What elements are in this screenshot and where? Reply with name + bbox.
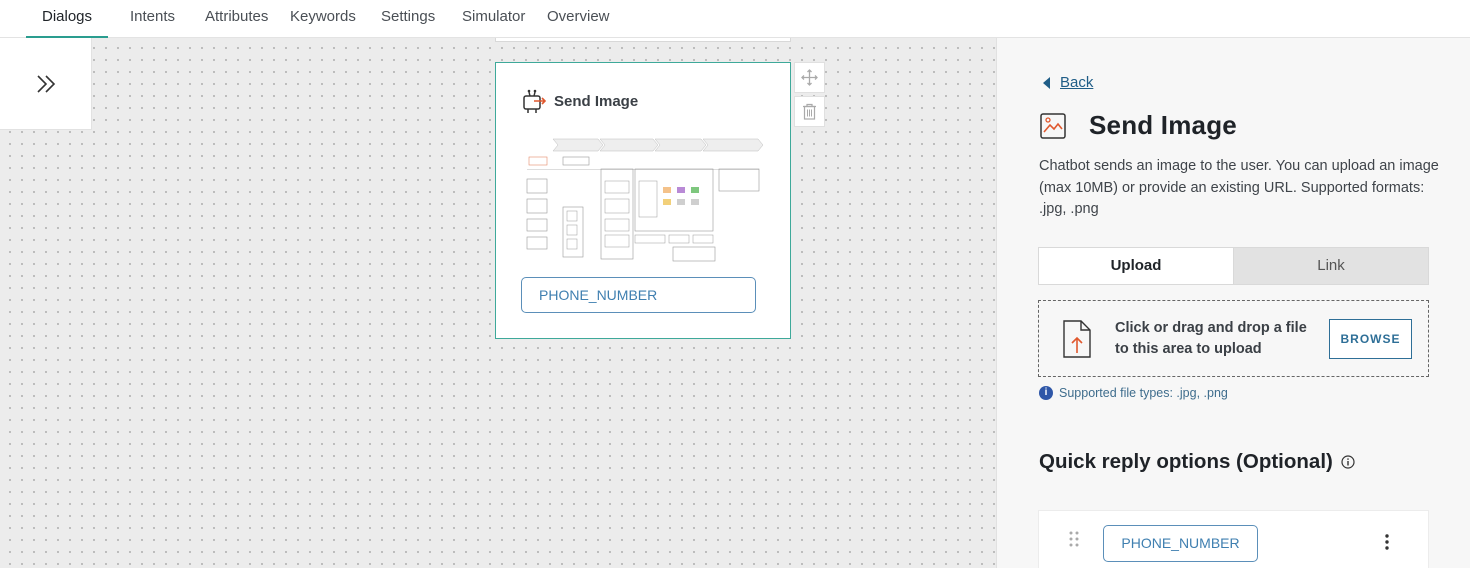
node-header: Send Image xyxy=(520,87,638,115)
back-link[interactable]: Back xyxy=(1043,74,1093,91)
flow-canvas[interactable]: Send Image PHONE_NUMBER xyxy=(0,38,996,568)
send-image-node[interactable]: Send Image PHONE_NUMBER xyxy=(495,62,791,339)
diagram-thumbnail xyxy=(523,135,763,263)
element-settings-panel: Back Send Image Chatbot sends an image t… xyxy=(996,38,1470,568)
quick-reply-heading-text: Quick reply options (Optional) xyxy=(1039,450,1333,473)
delete-node-button[interactable] xyxy=(794,96,825,127)
file-type-hint: i Supported file types: .jpg, .png xyxy=(1039,386,1228,400)
back-link-label: Back xyxy=(1060,74,1094,91)
file-dropzone[interactable]: Click or drag and drop a file to this ar… xyxy=(1038,300,1429,377)
panel-title: Send Image xyxy=(1089,110,1237,140)
upload-tab[interactable]: Upload xyxy=(1039,248,1234,284)
move-icon xyxy=(801,69,818,86)
node-quick-reply-chip[interactable]: PHONE_NUMBER xyxy=(521,277,756,313)
robot-send-icon xyxy=(523,89,547,113)
quick-reply-chip[interactable]: PHONE_NUMBER xyxy=(1103,525,1258,562)
tab-keywords[interactable]: Keywords xyxy=(290,0,356,38)
expand-sidebar-button[interactable] xyxy=(0,38,92,130)
back-arrow-icon xyxy=(1043,76,1050,89)
upload-link-toggle: Upload Link xyxy=(1038,247,1429,285)
tab-overview[interactable]: Overview xyxy=(547,0,610,38)
top-navigation: Dialogs Intents Attributes Keywords Sett… xyxy=(0,0,1470,38)
node-toolbar xyxy=(794,62,825,130)
quick-reply-row: PHONE_NUMBER xyxy=(1038,510,1429,568)
panel-description: Chatbot sends an image to the user. You … xyxy=(1039,158,1439,217)
node-title: Send Image xyxy=(554,92,639,110)
file-upload-icon xyxy=(1063,320,1091,358)
move-node-button[interactable] xyxy=(794,62,825,93)
link-tab[interactable]: Link xyxy=(1234,248,1428,284)
more-options-icon[interactable] xyxy=(1384,533,1390,551)
drag-handle-icon[interactable] xyxy=(1069,531,1079,547)
dropzone-text: Click or drag and drop a file to this ar… xyxy=(1115,320,1307,357)
panel-header: Send Image xyxy=(1039,110,1237,141)
quick-reply-heading: Quick reply options (Optional) xyxy=(1039,450,1355,474)
previous-node[interactable] xyxy=(495,38,791,42)
info-outline-icon[interactable] xyxy=(1341,455,1355,469)
trash-icon xyxy=(803,103,816,120)
info-icon: i xyxy=(1039,386,1053,400)
tab-dialogs[interactable]: Dialogs xyxy=(25,0,109,38)
double-chevron-right-icon xyxy=(36,74,55,93)
tab-attributes[interactable]: Attributes xyxy=(205,0,268,38)
image-icon xyxy=(1040,112,1066,139)
tab-intents[interactable]: Intents xyxy=(130,0,175,38)
file-type-hint-text: Supported file types: .jpg, .png xyxy=(1059,386,1228,400)
tab-settings[interactable]: Settings xyxy=(381,0,435,38)
tab-simulator[interactable]: Simulator xyxy=(462,0,525,38)
browse-button[interactable]: BROWSE xyxy=(1329,319,1412,359)
